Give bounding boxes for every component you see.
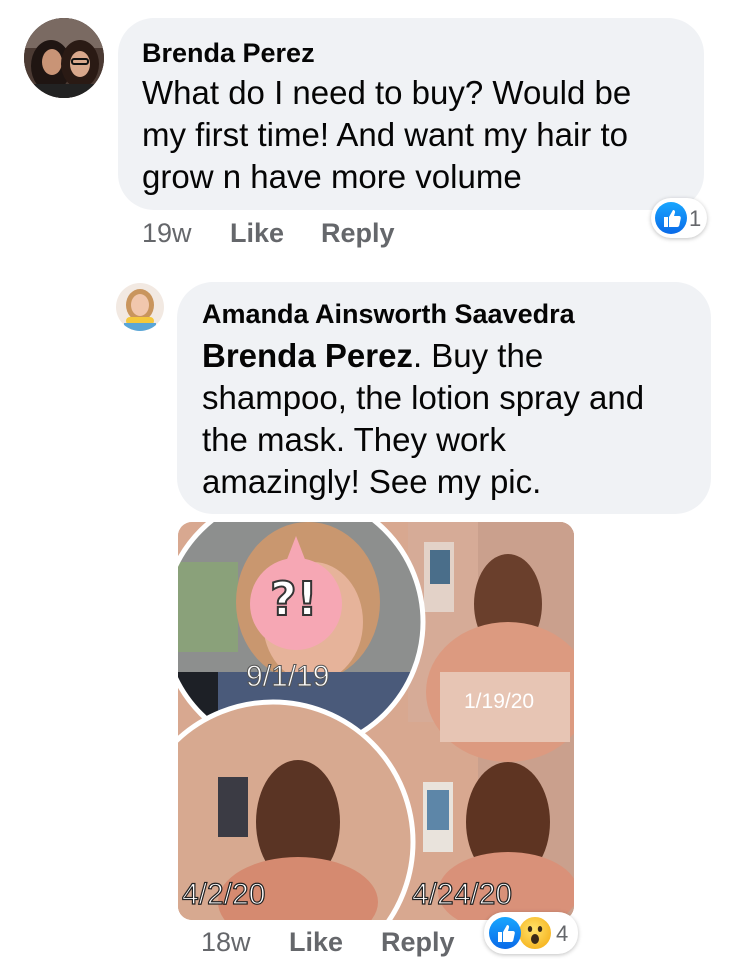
photo-date-3: 4/2/20 xyxy=(181,877,266,911)
reply-actions: 18w Like Reply xyxy=(201,927,501,959)
reaction-count: 1 xyxy=(689,206,702,231)
reply-text-line: the mask. They work xyxy=(202,421,506,458)
sticker-text: ?! xyxy=(269,571,319,627)
like-button[interactable]: Like xyxy=(289,927,343,958)
photo-date-2: 1/19/20 xyxy=(464,690,535,713)
comment-text: What do I need to buy? Would be my first… xyxy=(142,72,631,198)
reply-text-line: shampoo, the lotion spray and xyxy=(202,379,645,416)
photo-date-4: 4/24/20 xyxy=(411,877,513,911)
comment-text-line: my first time! And want my hair to xyxy=(142,116,628,153)
avatar-photo xyxy=(24,18,104,98)
reply-text-line: Brenda Perez. Buy the xyxy=(202,335,644,377)
reply-time[interactable]: 18w xyxy=(201,927,251,958)
wow-icon xyxy=(517,915,553,951)
comment-time[interactable]: 19w xyxy=(142,218,192,249)
like-icon xyxy=(489,917,521,949)
like-icon xyxy=(655,202,687,234)
reaction-count: 4 xyxy=(556,921,569,946)
comment-bubble: Brenda Perez What do I need to buy? Woul… xyxy=(118,18,704,210)
avatar-photo xyxy=(116,283,164,331)
comment-reactions[interactable]: 1 xyxy=(651,198,707,238)
reply-text-fragment: . Buy the xyxy=(412,337,544,374)
replier-avatar[interactable] xyxy=(116,283,164,331)
reply-bubble: Amanda Ainsworth Saavedra Brenda Perez. … xyxy=(177,282,711,514)
reply-author[interactable]: Amanda Ainsworth Saavedra xyxy=(202,299,575,330)
mention-link[interactable]: Brenda Perez xyxy=(202,337,413,374)
reply-text-line: amazingly! See my pic. xyxy=(202,463,542,500)
like-button[interactable]: Like xyxy=(230,218,284,249)
comment-actions: 19w Like Reply xyxy=(142,218,442,250)
reply-button[interactable]: Reply xyxy=(381,927,455,958)
reply-button[interactable]: Reply xyxy=(321,218,395,249)
commenter-avatar[interactable] xyxy=(24,18,104,98)
reply-text: Brenda Perez. Buy the shampoo, the lotio… xyxy=(202,335,644,503)
comment-text-line: grow n have more volume xyxy=(142,158,522,195)
comment-text-line: What do I need to buy? Would be xyxy=(142,74,632,111)
progress-photo-collage[interactable]: ?! 9/1/19 1/19/20 4/2/20 4/24/20 xyxy=(178,522,574,920)
photo-date-1: 9/1/19 xyxy=(245,660,330,694)
reply-reactions[interactable]: 4 xyxy=(484,912,578,954)
comment-author[interactable]: Brenda Perez xyxy=(142,38,315,69)
collage-image xyxy=(178,522,574,920)
